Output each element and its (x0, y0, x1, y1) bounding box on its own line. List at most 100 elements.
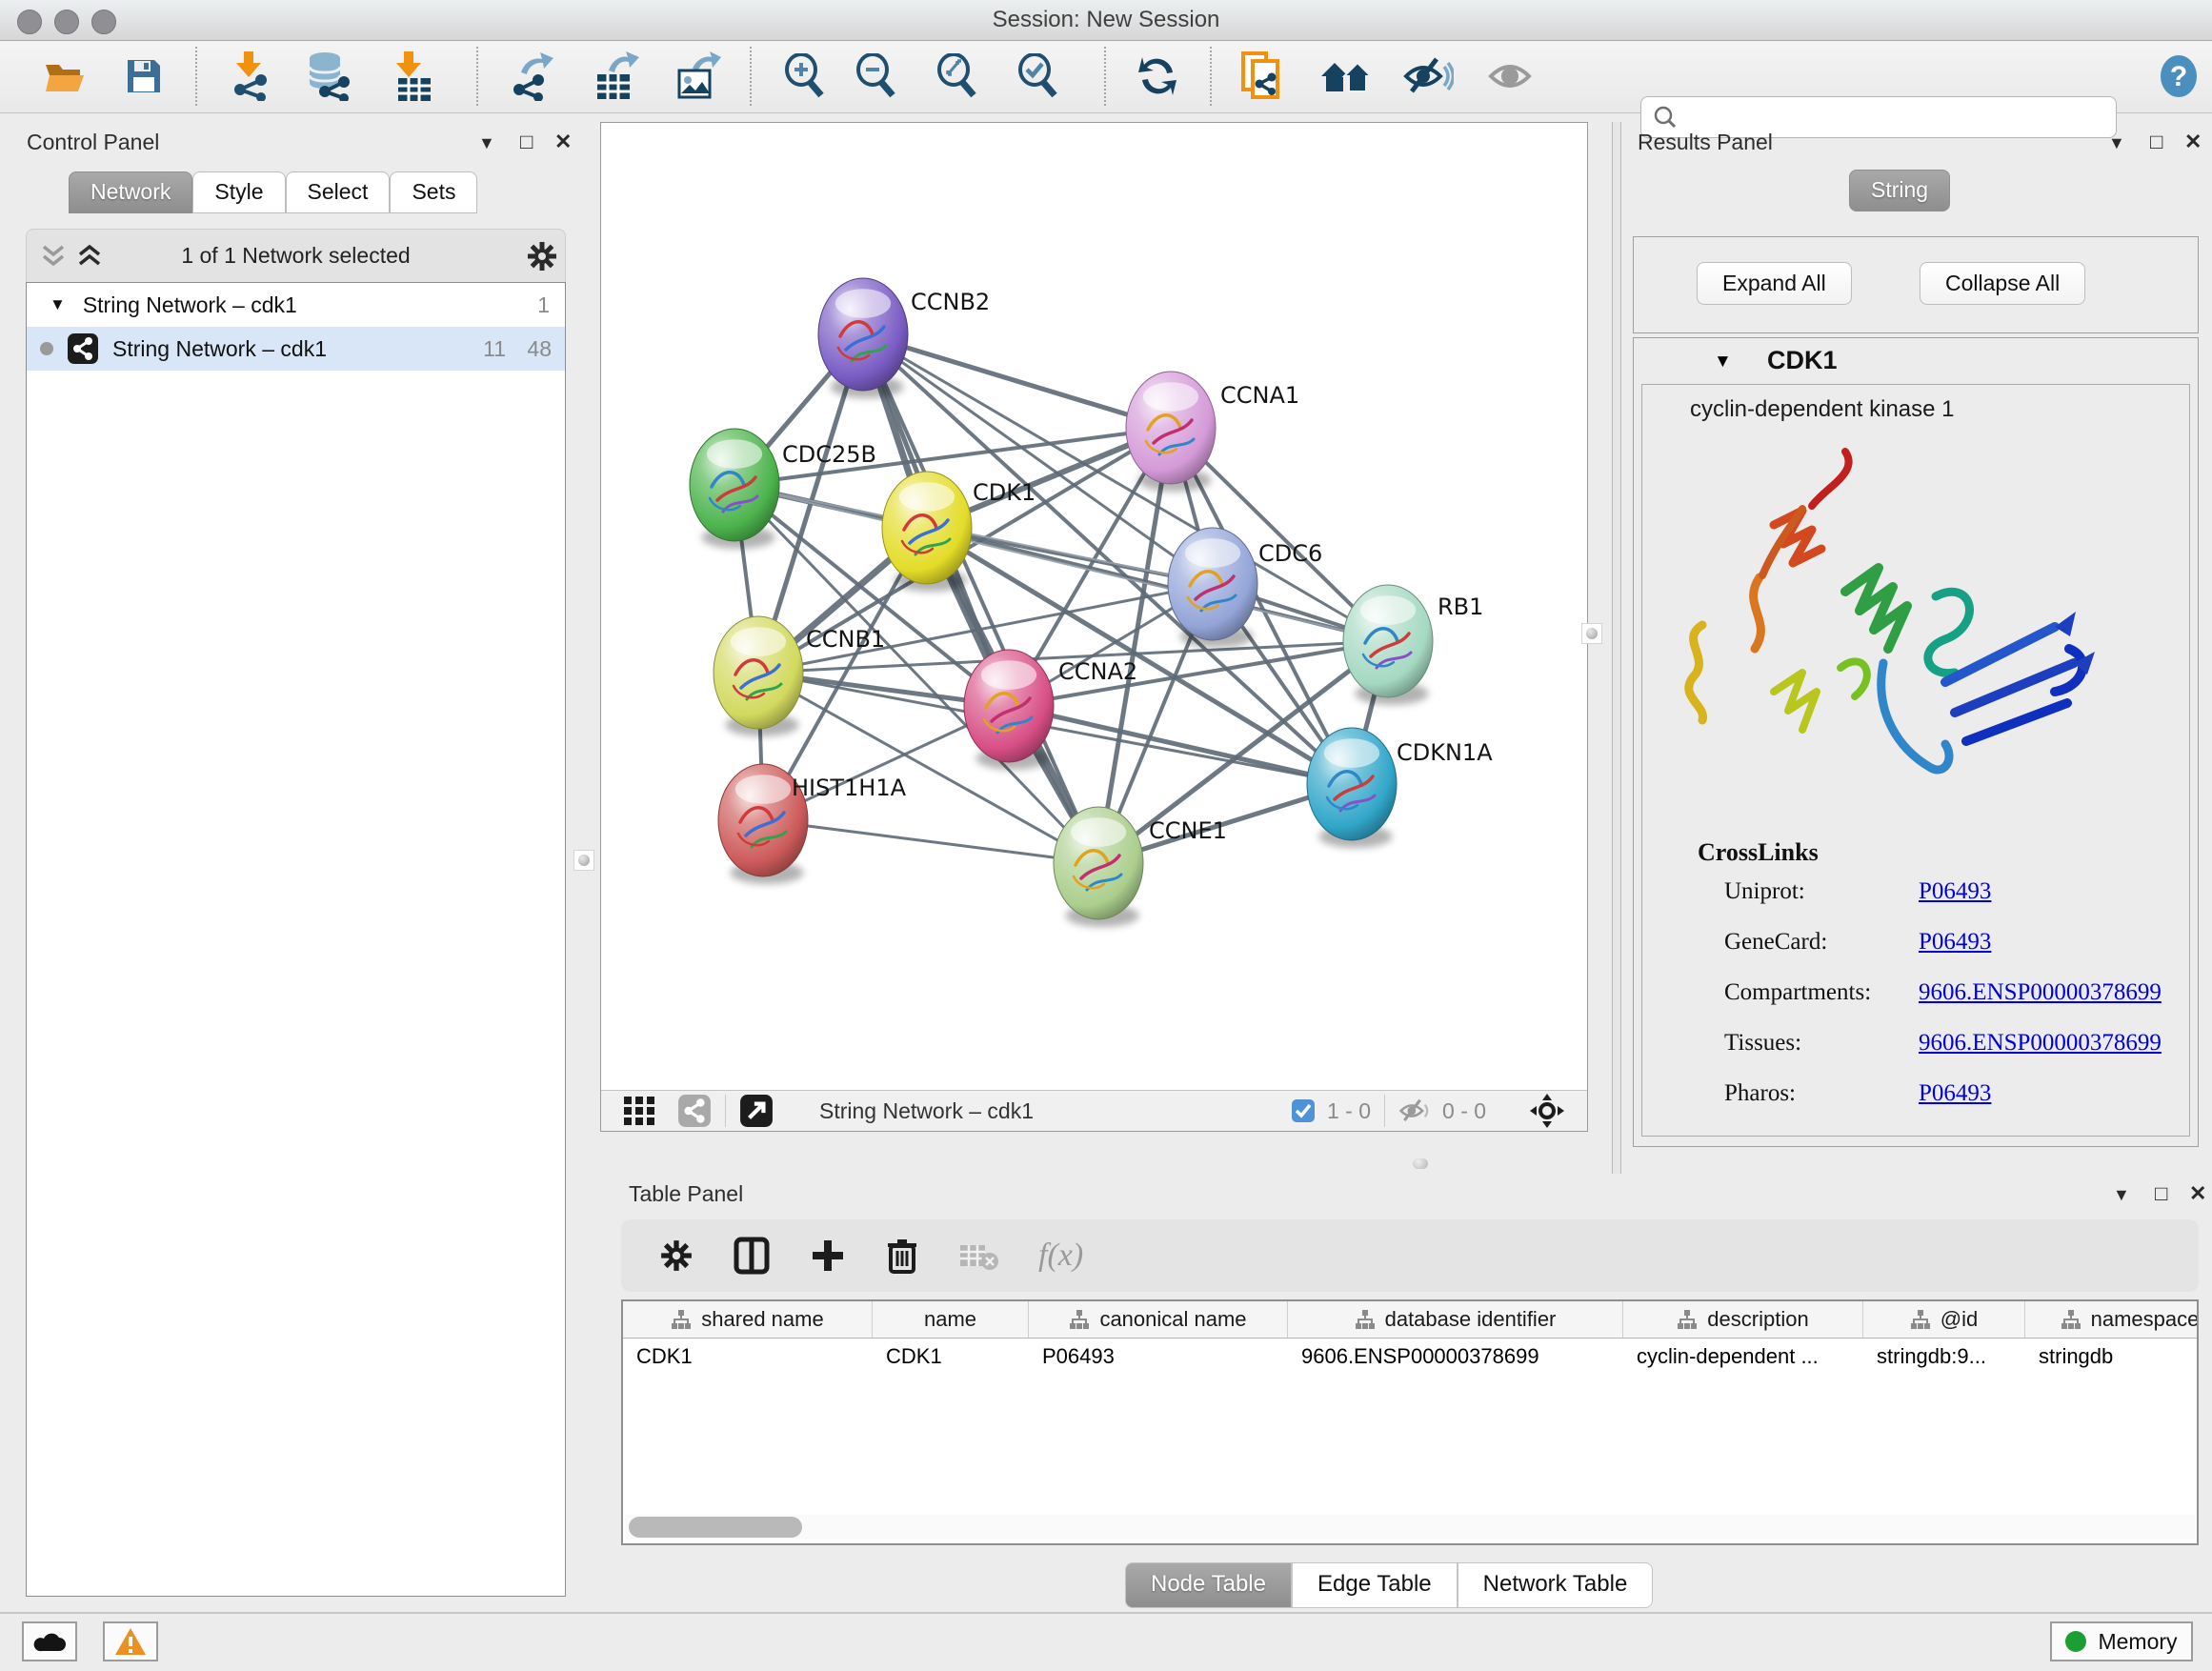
expand-all-button[interactable]: Expand All (1697, 262, 1852, 305)
float-panel-icon[interactable]: ▼ (478, 133, 495, 153)
tab-node-table[interactable]: Node Table (1125, 1562, 1292, 1608)
network-row[interactable]: String Network – cdk1 11 48 (27, 327, 565, 371)
column-header-name[interactable]: name (873, 1301, 1029, 1338)
network-node-CCNB1[interactable] (714, 616, 803, 736)
right-splitter-grip[interactable] (1581, 623, 1602, 644)
network-share-icon (67, 332, 99, 365)
new-network-from-selection-button[interactable] (1235, 49, 1290, 104)
column-header-database-identifier[interactable]: database identifier (1288, 1301, 1623, 1338)
toolbar-separator (750, 47, 752, 106)
close-panel-icon[interactable]: ✕ (554, 130, 572, 154)
birds-eye-view-icon[interactable] (739, 1094, 774, 1128)
crosslink-value-link[interactable]: P06493 (1919, 878, 1991, 905)
tab-network[interactable]: Network (69, 171, 192, 213)
tab-select[interactable]: Select (286, 171, 391, 213)
cloud-status-button[interactable] (22, 1621, 77, 1661)
pan-crosshair-icon[interactable] (1528, 1092, 1566, 1130)
network-node-CDK1[interactable] (882, 472, 972, 592)
column-network-icon (1910, 1309, 1931, 1330)
save-session-button[interactable] (116, 49, 171, 104)
network-node-CCNE1[interactable] (1054, 807, 1143, 927)
zoom-out-button[interactable] (849, 49, 904, 104)
column-header-canonical-name[interactable]: canonical name (1029, 1301, 1288, 1338)
select-columns-icon[interactable] (734, 1237, 770, 1275)
left-splitter-grip[interactable] (573, 850, 594, 871)
import-network-database-button[interactable] (301, 49, 356, 104)
crosslink-value-link[interactable]: 9606.ENSP00000378699 (1919, 979, 2162, 1006)
crosslinks-title: CrossLinks (1698, 838, 1819, 867)
selected-counts: 1 - 0 (1327, 1098, 1371, 1124)
hide-selected-button[interactable] (1400, 49, 1456, 104)
tab-edge-table[interactable]: Edge Table (1292, 1562, 1458, 1608)
table-gear-icon[interactable] (659, 1238, 694, 1273)
zoom-selected-button[interactable] (1011, 49, 1066, 104)
network-edge-CCNB2-CCNA1[interactable] (863, 334, 1171, 428)
network-node-CCNA1[interactable] (1126, 372, 1216, 492)
maximize-panel-icon[interactable]: □ (2150, 130, 2162, 154)
tab-sets[interactable]: Sets (390, 171, 477, 213)
collection-expand-arrow-icon[interactable]: ▼ (50, 295, 66, 314)
right-splitter[interactable] (1612, 122, 1621, 1174)
entry-collapse-arrow-icon[interactable]: ▼ (1714, 352, 1732, 372)
delete-column-icon[interactable] (886, 1237, 918, 1275)
column-header--id[interactable]: @id (1863, 1301, 2025, 1338)
maximize-panel-icon[interactable]: □ (520, 130, 533, 154)
network-node-RB1[interactable] (1343, 585, 1433, 705)
tab-network-table[interactable]: Network Table (1458, 1562, 1654, 1608)
scrollbar-thumb[interactable] (629, 1517, 802, 1538)
memory-status-icon (2065, 1631, 2086, 1652)
memory-button[interactable]: Memory (2050, 1621, 2193, 1661)
collapse-all-button[interactable]: Collapse All (1920, 262, 2085, 305)
grid-view-icon[interactable] (622, 1095, 656, 1127)
maximize-panel-icon[interactable]: □ (2155, 1181, 2167, 1206)
bottom-splitter-grip[interactable] (1413, 1158, 1428, 1169)
column-header-label: description (1707, 1307, 1808, 1332)
network-node-CDC25B[interactable] (690, 429, 779, 549)
zoom-in-button[interactable] (777, 49, 833, 104)
zoom-fit-button[interactable] (930, 49, 985, 104)
network-tree: ▼ String Network – cdk1 1 String Network… (26, 282, 566, 1597)
export-network-button[interactable] (506, 49, 561, 104)
close-panel-icon[interactable]: ✕ (2184, 130, 2202, 154)
tab-style[interactable]: Style (192, 171, 285, 213)
crosslink-value-link[interactable]: 9606.ENSP00000378699 (1919, 1030, 2162, 1057)
network-node-CCNA2[interactable] (964, 650, 1054, 770)
crosslink-value-link[interactable]: P06493 (1919, 929, 1991, 956)
export-table-button[interactable] (589, 49, 644, 104)
show-all-button[interactable] (1484, 49, 1539, 104)
column-header-namespace[interactable]: namespace (2025, 1301, 2199, 1338)
network-edge-CCNE1-HIST1H1A[interactable] (763, 820, 1098, 863)
table-horizontal-scrollbar[interactable] (625, 1515, 2195, 1540)
selected-checkbox-icon[interactable] (1291, 1098, 1316, 1123)
import-network-file-button[interactable] (222, 49, 277, 104)
network-collection-row[interactable]: ▼ String Network – cdk1 1 (27, 283, 565, 327)
column-header-description[interactable]: description (1623, 1301, 1863, 1338)
first-neighbors-button[interactable] (1318, 49, 1374, 104)
help-button[interactable]: ? (2151, 49, 2206, 104)
collection-count: 1 (537, 292, 550, 318)
table-row[interactable]: CDK1CDK1P064939606.ENSP00000378699cyclin… (623, 1339, 2197, 1377)
network-node-CDKN1A[interactable] (1307, 728, 1397, 848)
gear-icon[interactable] (526, 240, 558, 272)
add-column-icon[interactable] (810, 1238, 846, 1274)
network-edge-CCNA2-CDKN1A[interactable] (1009, 706, 1352, 784)
network-node-CCNB2[interactable] (818, 278, 908, 398)
tab-string[interactable]: String (1849, 170, 1950, 211)
open-session-button[interactable] (38, 49, 93, 104)
column-header-shared-name[interactable]: shared name (623, 1301, 873, 1338)
network-share-view-icon[interactable] (677, 1094, 712, 1128)
crosslink-value-link[interactable]: P06493 (1919, 1080, 1991, 1107)
crosslink-row: Pharos:P06493 (1724, 1080, 2172, 1107)
toolbar-separator (476, 47, 478, 106)
refresh-icon (1135, 53, 1180, 99)
import-table-file-button[interactable] (384, 49, 439, 104)
warnings-button[interactable] (103, 1621, 158, 1661)
float-panel-icon[interactable]: ▼ (2108, 133, 2125, 153)
eye-icon (1487, 55, 1537, 97)
apply-layout-button[interactable] (1130, 49, 1185, 104)
float-panel-icon[interactable]: ▼ (2113, 1185, 2130, 1205)
network-canvas[interactable]: CCNB2CCNA1CDC25BCDK1CDC6RB1CCNB1CCNA2CDK… (601, 123, 1587, 1090)
entry-name: CDK1 (1767, 346, 1838, 375)
export-image-button[interactable] (671, 49, 726, 104)
close-panel-icon[interactable]: ✕ (2189, 1181, 2206, 1206)
